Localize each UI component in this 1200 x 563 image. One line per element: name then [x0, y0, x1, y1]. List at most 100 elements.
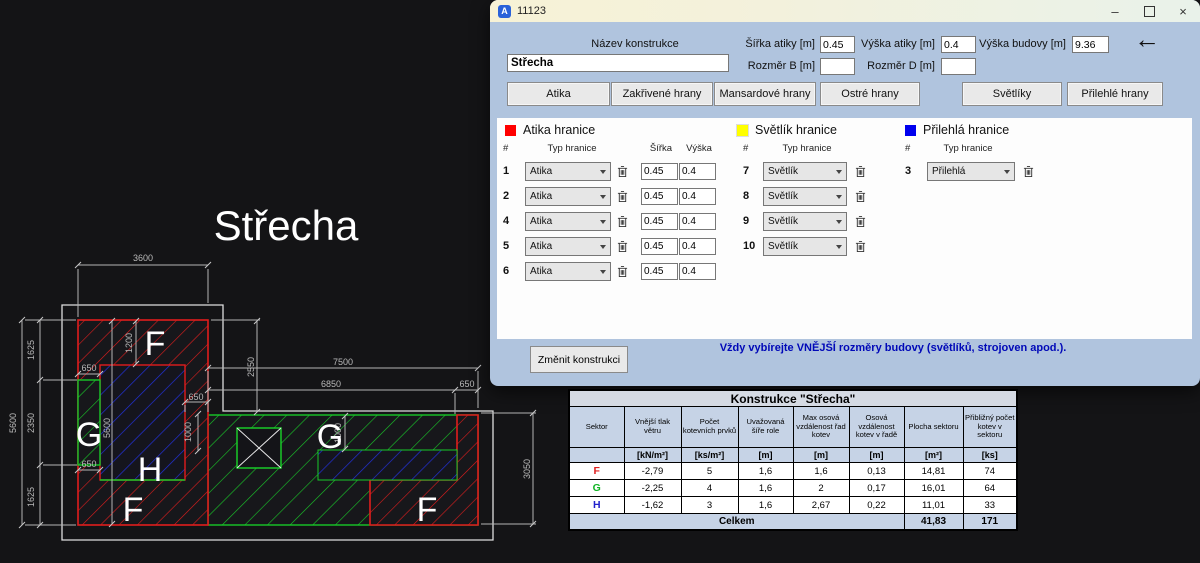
field-input[interactable] — [941, 58, 976, 75]
window-title: 11123 — [517, 5, 546, 17]
sector-label: H — [138, 451, 163, 489]
results-table: Konstrukce "Střecha"SektorVnější tlak vě… — [568, 389, 1018, 531]
titlebar[interactable]: A 11123 – × — [490, 0, 1200, 22]
dimension-label: 650 — [188, 392, 203, 402]
section-color-swatch — [505, 125, 516, 136]
boundary-type-select[interactable]: Světlík — [763, 212, 847, 231]
dimension-label: 2550 — [246, 357, 256, 377]
sector-label: F — [123, 491, 144, 529]
table-cell: 0,22 — [849, 497, 904, 514]
table-cell: 3 — [681, 497, 738, 514]
dimension-label: 650 — [81, 459, 96, 469]
width-input[interactable] — [641, 213, 678, 230]
dimension-label: 2350 — [26, 413, 36, 433]
delete-row-button[interactable] — [1021, 163, 1036, 180]
boundary-type-select[interactable]: Atika — [525, 237, 611, 256]
boundary-type-select[interactable]: Atika — [525, 187, 611, 206]
boundary-type-select[interactable]: Světlík — [763, 187, 847, 206]
total-label: Celkem — [569, 514, 904, 531]
table-cell: 33 — [963, 497, 1017, 514]
dimension-label: 1625 — [26, 340, 36, 360]
toolbar-button-5[interactable]: Světlíky — [962, 82, 1062, 106]
toolbar-button-2[interactable]: Zakřivené hrany — [611, 82, 713, 106]
toolbar-button-6[interactable]: Přilehlé hrany — [1067, 82, 1163, 106]
table-units-cell — [569, 448, 624, 463]
delete-row-button[interactable] — [853, 163, 868, 180]
delete-row-button[interactable] — [615, 188, 630, 205]
boundary-type-select[interactable]: Světlík — [763, 237, 847, 256]
construction-name-label: Název konstrukce — [570, 38, 700, 50]
section-header: Atika hranice — [505, 123, 595, 137]
table-title: Konstrukce "Střecha" — [569, 390, 1017, 407]
construction-name-input[interactable] — [507, 54, 729, 72]
boundary-type-select[interactable]: Světlík — [763, 162, 847, 181]
column-header: Výška — [681, 143, 717, 154]
column-header: Typ hranice — [772, 143, 842, 154]
sector-cell: F — [569, 463, 624, 480]
height-input[interactable] — [679, 188, 716, 205]
width-input[interactable] — [641, 263, 678, 280]
column-header: Typ hranice — [537, 143, 607, 154]
table-header-cell: Osová vzdálenost kotev v řadě — [849, 407, 904, 448]
toolbar-button-1[interactable]: Atika — [507, 82, 610, 106]
row-number: 2 — [503, 190, 521, 202]
row-number: 10 — [743, 240, 761, 252]
table-units-cell: [m] — [849, 448, 904, 463]
delete-row-button[interactable] — [615, 163, 630, 180]
dialog-window: A 11123 – × Název konstrukce Šířka atiky… — [490, 0, 1200, 386]
table-cell: 0,17 — [849, 480, 904, 497]
width-input[interactable] — [641, 163, 678, 180]
table-units-cell: [ks] — [963, 448, 1017, 463]
boundary-type-select[interactable]: Atika — [525, 212, 611, 231]
section-header: Přilehlá hranice — [905, 123, 1009, 137]
dimension-label: 1000 — [183, 422, 193, 442]
desktop: Střecha360056001625235016255600120065065… — [0, 0, 1200, 563]
close-button[interactable]: × — [1166, 0, 1200, 22]
delete-row-button[interactable] — [615, 213, 630, 230]
change-construction-button[interactable]: Změnit konstrukci — [530, 346, 628, 373]
field-label: Výška atiky [m] — [840, 38, 935, 50]
table-cell: 1,6 — [738, 463, 793, 480]
maximize-button[interactable] — [1132, 0, 1166, 22]
boundary-type-select[interactable]: Atika — [525, 262, 611, 281]
row-number: 1 — [503, 165, 521, 177]
back-arrow-button[interactable]: ← — [1126, 26, 1168, 52]
boundary-type-select[interactable]: Atika — [525, 162, 611, 181]
sector-label: F — [417, 491, 438, 529]
total-count: 171 — [963, 514, 1017, 531]
row-number: 6 — [503, 265, 521, 277]
table-cell: 74 — [963, 463, 1017, 480]
delete-row-button[interactable] — [615, 263, 630, 280]
width-input[interactable] — [641, 188, 678, 205]
field-input[interactable] — [1072, 36, 1109, 53]
delete-row-button[interactable] — [853, 188, 868, 205]
table-cell: 0,13 — [849, 463, 904, 480]
width-input[interactable] — [641, 238, 678, 255]
table-units-cell: [kN/m²] — [624, 448, 681, 463]
delete-row-button[interactable] — [615, 238, 630, 255]
height-input[interactable] — [679, 238, 716, 255]
table-cell: 5 — [681, 463, 738, 480]
height-input[interactable] — [679, 213, 716, 230]
dimension-label: 5600 — [102, 418, 112, 438]
toolbar-button-3[interactable]: Mansardové hrany — [714, 82, 816, 106]
table-header-cell: Uvažovaná šíře role — [738, 407, 793, 448]
section-title: Světlík hranice — [755, 123, 837, 137]
table-cell: 14,81 — [904, 463, 963, 480]
table-row: G-2,2541,620,1716,0164 — [569, 480, 1017, 497]
table-header-cell: Počet kotevních prvků — [681, 407, 738, 448]
delete-row-button[interactable] — [853, 238, 868, 255]
height-input[interactable] — [679, 263, 716, 280]
boundary-type-select[interactable]: Přilehlá — [927, 162, 1015, 181]
table-header-cell: Plocha sektoru — [904, 407, 963, 448]
column-header: # — [503, 143, 508, 154]
height-input[interactable] — [679, 163, 716, 180]
minimize-button[interactable]: – — [1098, 0, 1132, 22]
table-cell: -2,79 — [624, 463, 681, 480]
toolbar-button-4[interactable]: Ostré hrany — [820, 82, 920, 106]
delete-row-button[interactable] — [853, 213, 868, 230]
table-cell: -1,62 — [624, 497, 681, 514]
table-header-cell: Max osová vzdálenost řad kotev — [793, 407, 849, 448]
section-title: Atika hranice — [523, 123, 595, 137]
column-header: # — [743, 143, 748, 154]
